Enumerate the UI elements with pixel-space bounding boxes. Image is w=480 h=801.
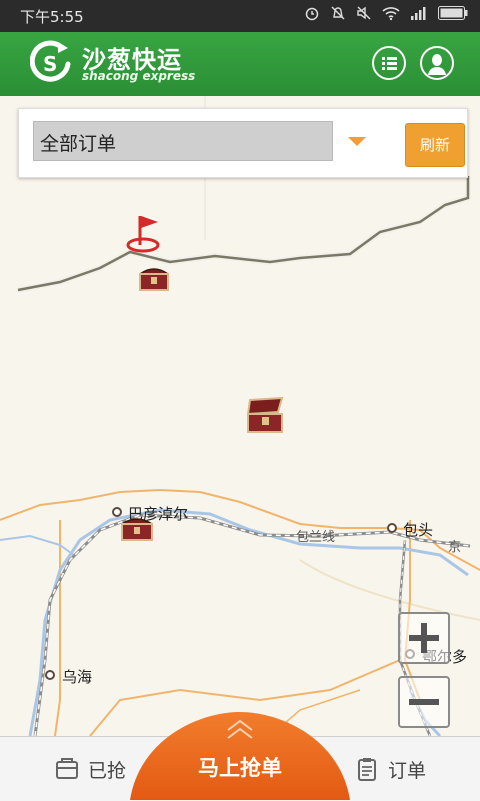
grab-order-label: 马上抢单 (198, 756, 282, 780)
refresh-button[interactable]: 刷新 (405, 123, 465, 167)
alarm-icon (305, 7, 319, 21)
treasure-chest-icon[interactable] (136, 262, 172, 298)
flag-icon[interactable] (122, 212, 164, 258)
plus-icon (409, 623, 439, 653)
dropdown-arrow-icon[interactable] (337, 121, 377, 161)
status-time: 下午5:55 (20, 8, 84, 26)
zoom-out-button[interactable] (398, 676, 450, 728)
status-bar: 下午5:55 (0, 0, 480, 32)
wifi-icon (382, 7, 400, 21)
user-icon (428, 54, 446, 75)
logo-icon: S (29, 40, 74, 88)
treasure-chest-icon[interactable] (118, 512, 156, 548)
brand-subtitle: shacong express (82, 69, 196, 83)
city-dot (387, 523, 397, 533)
tab-orders[interactable]: 订单 (354, 737, 426, 801)
tab-grabbed[interactable]: 已抢 (54, 737, 126, 801)
mute-icon (331, 6, 345, 20)
battery-icon (438, 6, 468, 20)
place-label: 包头 (403, 521, 434, 539)
list-icon (382, 57, 397, 70)
tab-grabbed-label: 已抢 (88, 759, 127, 782)
clipboard-icon (358, 758, 376, 781)
svg-text:S: S (43, 52, 57, 76)
app-header: S 沙葱快运 shacong express (0, 32, 480, 96)
box-icon (56, 758, 78, 779)
order-list-button[interactable] (372, 46, 406, 80)
signal-icon (411, 7, 426, 20)
order-type-value: 全部订单 (40, 133, 117, 155)
order-type-select[interactable]: 全部订单 (33, 121, 333, 161)
sound-off-icon (357, 6, 371, 20)
minus-icon (409, 699, 439, 705)
city-dot (45, 670, 55, 680)
treasure-chest-icon[interactable] (242, 394, 290, 440)
railway-label: 包兰线 (296, 530, 336, 545)
zoom-in-button[interactable] (398, 612, 450, 664)
status-icons (304, 5, 468, 21)
tab-orders-label: 订单 (388, 759, 427, 782)
place-label: 乌海 (62, 668, 93, 686)
place-label: 京 (448, 540, 462, 555)
profile-button[interactable] (420, 46, 454, 80)
order-filter-panel: 全部订单 刷新 (18, 108, 468, 178)
